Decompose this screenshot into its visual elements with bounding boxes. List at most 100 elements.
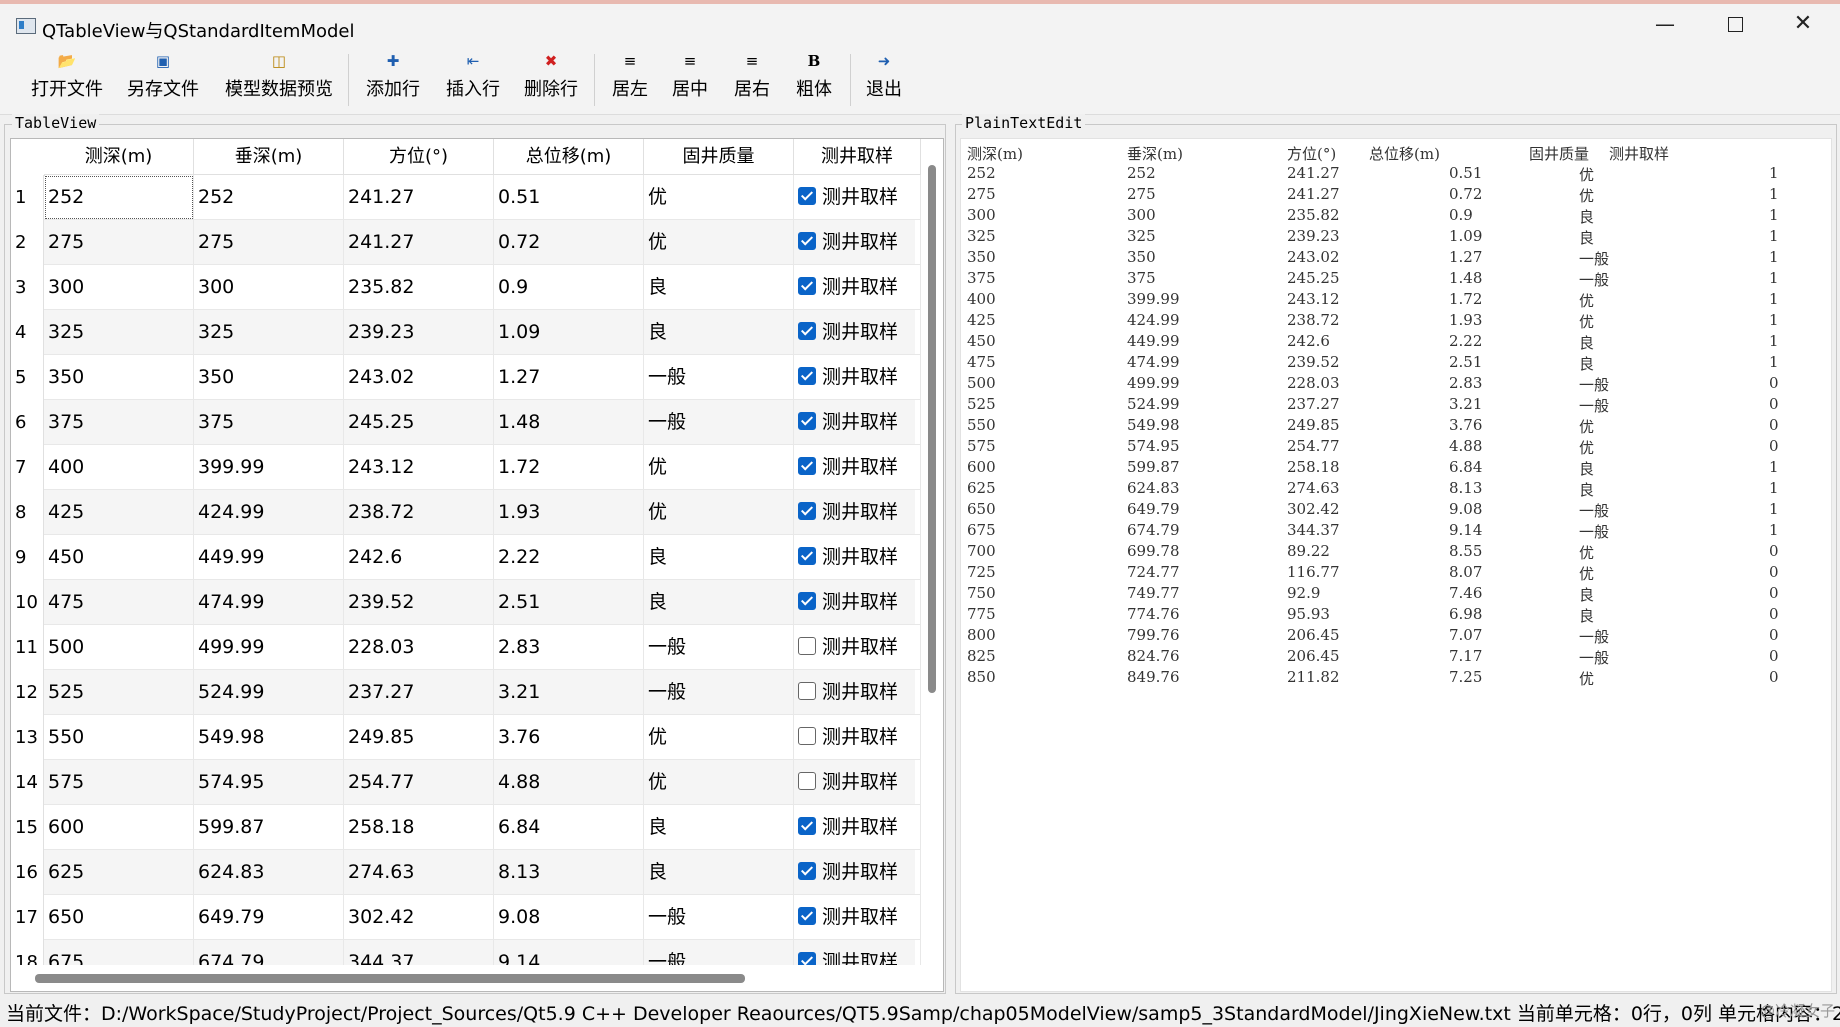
table-cell[interactable]: 0.72	[494, 220, 644, 265]
table-cell[interactable]: 474.99	[194, 580, 344, 625]
logging-sample-cell[interactable]: 测井取样	[794, 805, 921, 850]
row-header[interactable]: 12	[11, 670, 44, 715]
logging-sample-cell[interactable]: 测井取样	[794, 445, 921, 490]
table-cell[interactable]: 350	[44, 355, 194, 400]
table-cell[interactable]: 242.6	[344, 535, 494, 580]
table-cell[interactable]: 350	[194, 355, 344, 400]
sample-checkbox[interactable]	[798, 187, 816, 205]
align-right-button[interactable]: ≡ 居右	[726, 49, 778, 109]
row-header[interactable]: 5	[11, 355, 44, 400]
table-cell[interactable]: 良	[644, 535, 794, 580]
table-cell[interactable]: 8.13	[494, 850, 644, 895]
delete-row-button[interactable]: ✖ 删除行	[516, 49, 586, 109]
table-cell[interactable]: 优	[644, 760, 794, 805]
sample-checkbox[interactable]	[798, 637, 816, 655]
column-header-logging-sample[interactable]: 测井取样	[794, 139, 921, 175]
sample-checkbox[interactable]	[798, 412, 816, 430]
table-cell[interactable]: 475	[44, 580, 194, 625]
column-header-cement-quality[interactable]: 固井质量	[644, 139, 794, 175]
table-view[interactable]: 测深(m) 垂深(m) 方位(°) 总位移(m) 固井质量 测井取样 1 252 2…	[10, 138, 944, 992]
table-cell[interactable]: 1.48	[494, 400, 644, 445]
table-cell[interactable]: 325	[194, 310, 344, 355]
table-cell[interactable]: 优	[644, 445, 794, 490]
align-center-button[interactable]: ≡ 居中	[664, 49, 716, 109]
row-header[interactable]: 11	[11, 625, 44, 670]
horizontal-scroll-thumb[interactable]	[35, 974, 745, 983]
table-cell[interactable]: 优	[644, 220, 794, 265]
table-cell[interactable]: 一般	[644, 400, 794, 445]
table-cell[interactable]: 3.76	[494, 715, 644, 760]
table-cell[interactable]: 600	[44, 805, 194, 850]
table-cell[interactable]: 0.51	[494, 175, 644, 220]
table-cell[interactable]: 优	[644, 490, 794, 535]
row-header[interactable]: 15	[11, 805, 44, 850]
close-button[interactable]: ✕	[1770, 4, 1836, 44]
table-cell[interactable]: 499.99	[194, 625, 344, 670]
table-cell[interactable]: 525	[44, 670, 194, 715]
table-cell[interactable]: 245.25	[344, 400, 494, 445]
logging-sample-cell[interactable]: 测井取样	[794, 355, 921, 400]
row-header[interactable]: 9	[11, 535, 44, 580]
table-cell[interactable]: 500	[44, 625, 194, 670]
sample-checkbox[interactable]	[798, 232, 816, 250]
logging-sample-cell[interactable]: 测井取样	[794, 310, 921, 355]
row-header[interactable]: 7	[11, 445, 44, 490]
row-header[interactable]: 16	[11, 850, 44, 895]
row-header[interactable]: 6	[11, 400, 44, 445]
vertical-scroll-thumb[interactable]	[928, 165, 936, 693]
row-header[interactable]: 8	[11, 490, 44, 535]
table-cell[interactable]: 449.99	[194, 535, 344, 580]
table-cell[interactable]: 275	[44, 220, 194, 265]
column-header-displacement[interactable]: 总位移(m)	[494, 139, 644, 175]
table-cell[interactable]: 235.82	[344, 265, 494, 310]
table-cell[interactable]: 575	[44, 760, 194, 805]
table-cell[interactable]: 375	[194, 400, 344, 445]
table-cell[interactable]: 一般	[644, 895, 794, 940]
table-cell[interactable]: 优	[644, 715, 794, 760]
logging-sample-cell[interactable]: 测井取样	[794, 175, 921, 220]
table-cell[interactable]: 524.99	[194, 670, 344, 715]
logging-sample-cell[interactable]: 测井取样	[794, 760, 921, 805]
table-cell[interactable]: 一般	[644, 355, 794, 400]
sample-checkbox[interactable]	[798, 322, 816, 340]
column-header-azimuth[interactable]: 方位(°)	[344, 139, 494, 175]
table-cell[interactable]: 239.23	[344, 310, 494, 355]
vertical-scrollbar[interactable]	[921, 139, 943, 965]
table-cell[interactable]: 9.08	[494, 895, 644, 940]
table-cell[interactable]: 优	[644, 175, 794, 220]
table-cell[interactable]: 0.9	[494, 265, 644, 310]
model-preview-button[interactable]: ◫ 模型数据预览	[218, 49, 340, 109]
table-cell[interactable]: 237.27	[344, 670, 494, 715]
table-cell[interactable]: 300	[44, 265, 194, 310]
row-header[interactable]: 14	[11, 760, 44, 805]
logging-sample-cell[interactable]: 测井取样	[794, 400, 921, 445]
table-cell[interactable]: 良	[644, 850, 794, 895]
logging-sample-cell[interactable]: 测井取样	[794, 535, 921, 580]
open-file-button[interactable]: 📂 打开文件	[22, 49, 112, 109]
sample-checkbox[interactable]	[798, 862, 816, 880]
exit-button[interactable]: ➜ 退出	[858, 49, 910, 109]
table-cell[interactable]: 275	[194, 220, 344, 265]
table-cell[interactable]: 252	[194, 175, 344, 220]
table-cell[interactable]: 249.85	[344, 715, 494, 760]
logging-sample-cell[interactable]: 测井取样	[794, 895, 921, 940]
maximize-button[interactable]	[1700, 4, 1770, 44]
logging-sample-cell[interactable]: 测井取样	[794, 670, 921, 715]
table-cell[interactable]: 良	[644, 580, 794, 625]
logging-sample-cell[interactable]: 测井取样	[794, 220, 921, 265]
table-cell[interactable]: 良	[644, 805, 794, 850]
save-file-button[interactable]: ▣ 另存文件	[118, 49, 208, 109]
table-cell[interactable]: 649.79	[194, 895, 344, 940]
bold-button[interactable]: B 粗体	[788, 49, 840, 109]
table-cell[interactable]: 650	[44, 895, 194, 940]
table-cell[interactable]: 243.02	[344, 355, 494, 400]
table-cell[interactable]: 228.03	[344, 625, 494, 670]
table-cell[interactable]: 2.22	[494, 535, 644, 580]
table-cell[interactable]: 4.88	[494, 760, 644, 805]
table-cell[interactable]: 274.63	[344, 850, 494, 895]
table-cell[interactable]: 400	[44, 445, 194, 490]
plain-text-edit[interactable]: 测深(m) 垂深(m) 方位(°) 总位移(m) 固井质量 测井取样 252 252 241.2…	[960, 138, 1832, 992]
column-header-depth[interactable]: 测深(m)	[44, 139, 194, 175]
row-header[interactable]: 13	[11, 715, 44, 760]
table-cell[interactable]: 254.77	[344, 760, 494, 805]
